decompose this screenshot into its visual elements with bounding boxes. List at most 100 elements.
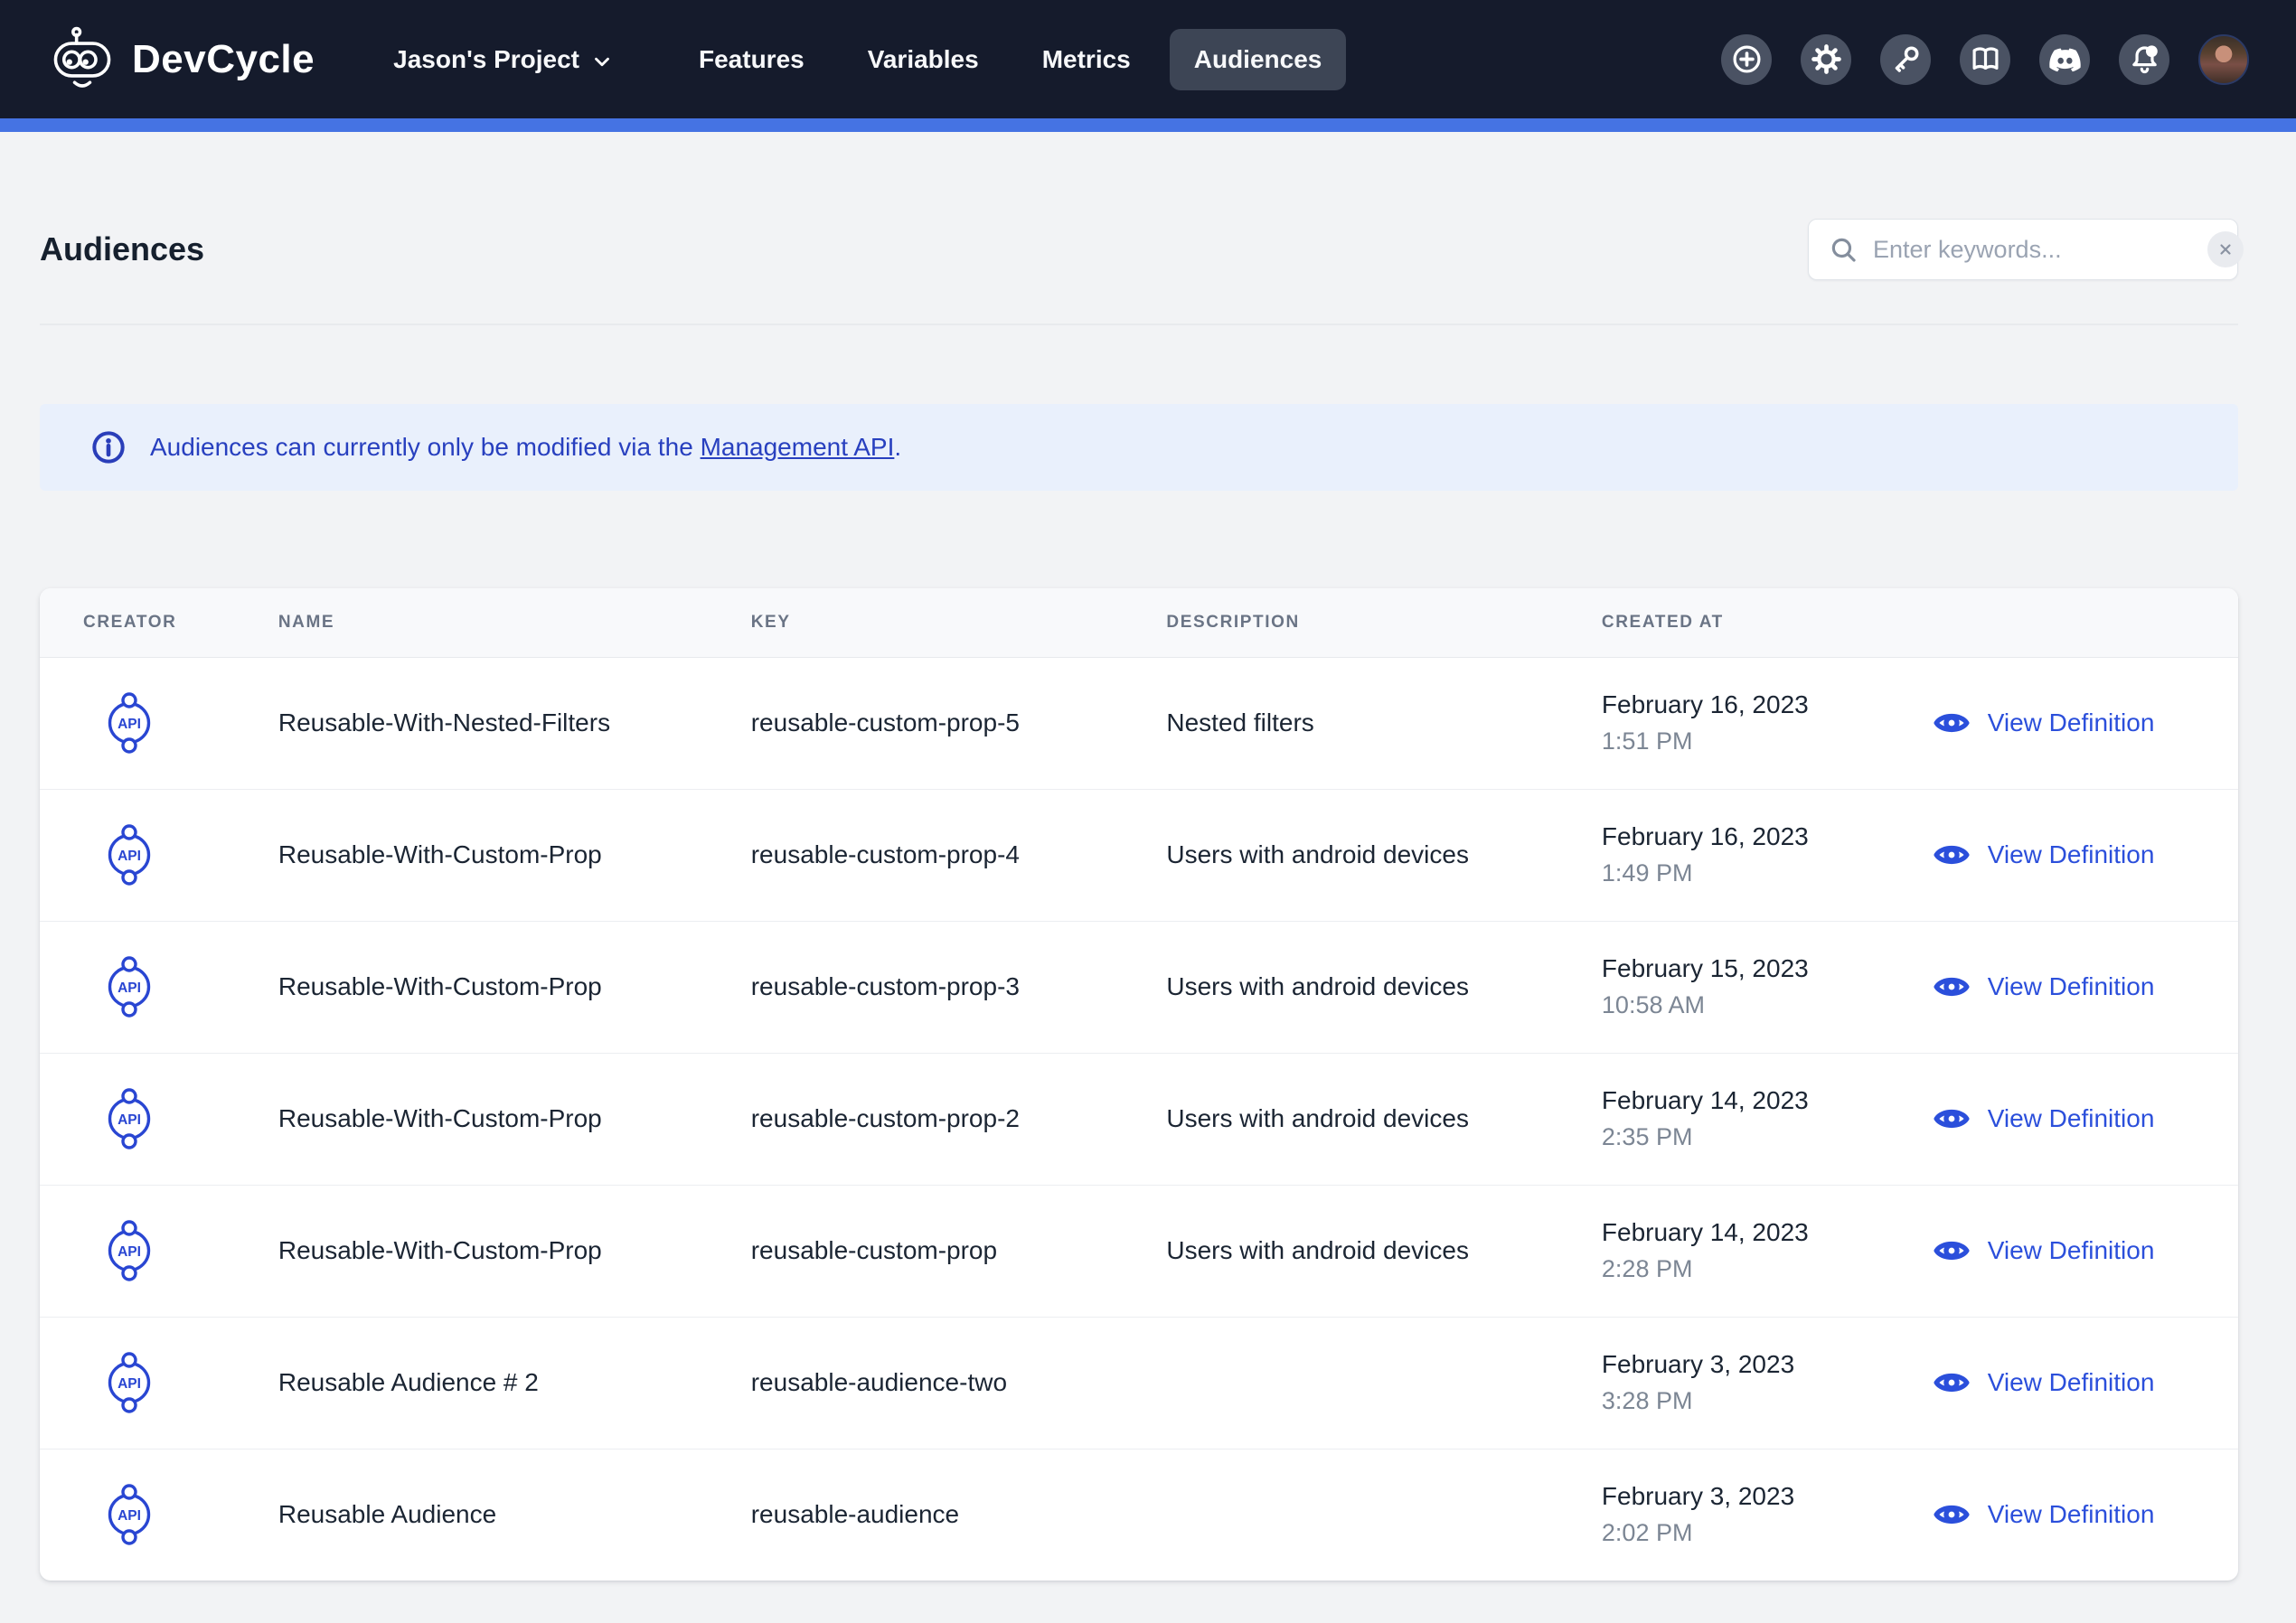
nav-item-metrics[interactable]: Metrics [1018,29,1155,90]
devcycle-robot-logo-icon [51,25,114,94]
name-cell: Reusable Audience [278,1449,751,1581]
view-definition-button[interactable]: View Definition [1932,967,2238,1007]
table-row: API Reusable Audience reusable-audience … [40,1449,2238,1581]
key-cell: reusable-custom-prop [751,1185,1167,1317]
created-time: 10:58 AM [1602,990,1932,1021]
navbar-actions [1721,34,2249,85]
banner-text-suffix: . [894,433,901,461]
audience-name: Reusable-With-Custom-Prop [278,1104,602,1132]
eye-icon [1932,835,1971,875]
info-banner: Audiences can currently only be modified… [40,404,2238,491]
audience-key: reusable-custom-prop-3 [751,972,1020,1000]
api-keys-button[interactable] [1880,34,1931,85]
audience-description: Nested filters [1166,708,1313,736]
created-time: 2:35 PM [1602,1121,1932,1153]
key-cell: reusable-custom-prop-5 [751,657,1167,789]
column-header-created-at: Created at [1602,588,1932,657]
discord-button[interactable] [2039,34,2090,85]
plus-circle-icon [1731,43,1763,75]
eye-icon [1932,1363,1971,1403]
audience-key: reusable-audience-two [751,1368,1007,1396]
created-at-cell: February 14, 2023 2:35 PM [1602,1053,1932,1185]
main-content: Audiences [0,132,2296,1623]
brand[interactable]: DevCycle [51,25,315,94]
notifications-button[interactable] [2119,34,2169,85]
description-cell [1166,1449,1602,1581]
info-icon [90,429,127,465]
docs-button[interactable] [1960,34,2010,85]
brand-wordmark: DevCycle [132,37,315,82]
audience-name: Reusable-With-Custom-Prop [278,972,602,1000]
create-button[interactable] [1721,34,1772,85]
creator-cell: API [40,1317,278,1449]
svg-text:API: API [118,849,141,864]
user-avatar[interactable] [2198,34,2249,85]
nav-item-features[interactable]: Features [674,29,829,90]
creator-cell: API [40,1185,278,1317]
view-definition-label: View Definition [1988,708,2155,737]
settings-button[interactable] [1801,34,1851,85]
column-header-actions [1932,588,2238,657]
actions-cell: View Definition [1932,1053,2238,1185]
view-definition-label: View Definition [1988,1104,2155,1133]
created-time: 1:51 PM [1602,726,1932,757]
view-definition-button[interactable]: View Definition [1932,703,2238,743]
audiences-table-card: Creator Name Key Description Created at [40,588,2238,1581]
svg-text:API: API [118,1244,141,1260]
description-cell [1166,1317,1602,1449]
audience-description: Users with android devices [1166,1104,1469,1132]
audience-key: reusable-audience [751,1500,959,1528]
column-header-creator: Creator [40,588,278,657]
table-row: API Reusable-With-Custom-Prop reusable-c… [40,1053,2238,1185]
audience-name: Reusable Audience # 2 [278,1368,539,1396]
management-api-link[interactable]: Management API [701,433,895,461]
api-creator-icon: API [105,1087,154,1150]
table-row: API Reusable-With-Custom-Prop reusable-c… [40,789,2238,921]
search-input[interactable] [1858,236,2207,264]
chevron-down-icon [590,50,614,73]
created-at-cell: February 3, 2023 3:28 PM [1602,1317,1932,1449]
table-body: API Reusable-With-Nested-Filters reusabl… [40,657,2238,1581]
discord-icon [2049,43,2081,75]
column-header-name: Name [278,588,751,657]
view-definition-button[interactable]: View Definition [1932,1363,2238,1403]
creator-cell: API [40,1449,278,1581]
created-date: February 16, 2023 [1602,689,1932,720]
created-date: February 3, 2023 [1602,1480,1932,1512]
nav-item-variables[interactable]: Variables [843,29,1003,90]
audience-description: Users with android devices [1166,840,1469,868]
view-definition-button[interactable]: View Definition [1932,835,2238,875]
view-definition-label: View Definition [1988,1236,2155,1265]
primary-nav: Jason's Project Features Variables Metri… [369,29,1346,90]
clear-search-button[interactable] [2207,231,2244,267]
view-definition-button[interactable]: View Definition [1932,1099,2238,1139]
creator-cell: API [40,1053,278,1185]
actions-cell: View Definition [1932,921,2238,1053]
name-cell: Reusable-With-Custom-Prop [278,1185,751,1317]
table-row: API Reusable-With-Custom-Prop reusable-c… [40,921,2238,1053]
nav-item-audiences[interactable]: Audiences [1170,29,1347,90]
svg-text:API: API [118,1508,141,1524]
view-definition-button[interactable]: View Definition [1932,1231,2238,1271]
eye-icon [1932,1495,1971,1534]
description-cell: Users with android devices [1166,1185,1602,1317]
key-cell: reusable-custom-prop-4 [751,789,1167,921]
svg-text:API: API [118,1376,141,1392]
search-icon [1829,235,1858,265]
eye-icon [1932,1099,1971,1139]
created-time: 2:28 PM [1602,1253,1932,1285]
created-at-cell: February 14, 2023 2:28 PM [1602,1185,1932,1317]
creator-cell: API [40,921,278,1053]
description-cell: Users with android devices [1166,789,1602,921]
view-definition-button[interactable]: View Definition [1932,1495,2238,1534]
svg-text:API: API [118,980,141,996]
created-time: 2:02 PM [1602,1517,1932,1549]
key-icon [1890,43,1922,75]
description-cell: Users with android devices [1166,1053,1602,1185]
project-selector[interactable]: Jason's Project [369,29,638,90]
api-creator-icon: API [105,691,154,755]
eye-icon [1932,1231,1971,1271]
name-cell: Reusable-With-Custom-Prop [278,921,751,1053]
audience-description: Users with android devices [1166,972,1469,1000]
api-creator-icon: API [105,823,154,887]
